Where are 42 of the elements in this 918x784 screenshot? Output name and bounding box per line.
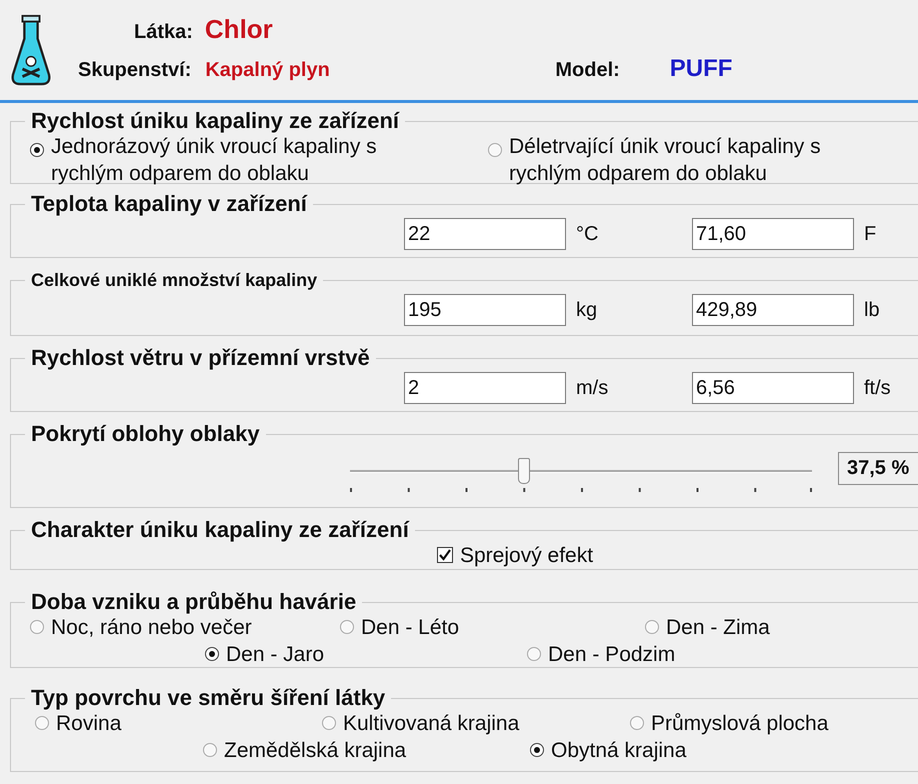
value-field[interactable]: 429,89 [692,294,854,326]
group-title: Teplota kapaliny v zařízení [30,192,308,216]
radio-option[interactable]: Den - Jaro [205,641,527,668]
unit-label: F [863,222,878,246]
unit-label: kg [575,298,598,322]
group-title: Doba vzniku a průběhu havárie [30,590,358,614]
checkbox-option[interactable]: Sprejový efekt [437,542,594,569]
value-field[interactable]: 22 [404,218,566,250]
radio-option[interactable]: Den - Zima [645,614,770,641]
unit-label: ft/s [863,376,892,400]
radio-option[interactable]: Kultivovaná krajina [322,710,630,737]
radio-option[interactable]: Den - Podzim [527,641,676,668]
radio-option[interactable]: Zemědělská krajina [203,737,530,764]
state-value: Kapalný plyn [205,59,331,82]
value-field[interactable]: 71,60 [692,218,854,250]
substance-value: Chlor [204,14,273,45]
model-label: Model: [555,59,620,82]
unit-label: m/s [575,376,610,400]
radio-option[interactable]: Den - Léto [340,614,645,641]
group-title: Rychlost větru v přízemní vrstvě [30,346,371,370]
unit-label: lb [863,298,881,322]
group-title: Pokrytí oblohy oblaky [30,422,261,446]
value-field[interactable]: 195 [404,294,566,326]
unit-label: °C [575,222,600,246]
state-label: Skupenství: [78,59,192,82]
slider-value: 37,5 % [838,452,918,485]
radio-option[interactable]: Noc, ráno nebo večer [30,614,340,641]
group-title: Celkové uniklé množství kapaliny [30,269,318,292]
radio-option[interactable]: Rovina [35,710,322,737]
group-title: Rychlost úniku kapaliny ze zařízení [30,109,400,133]
radio-option[interactable]: Jednorázový únik vroucí kapaliny s rychlým odparem do oblaku [30,133,488,187]
value-field[interactable]: 2 [404,372,566,404]
slider-thumb[interactable] [518,458,530,484]
radio-option[interactable]: Déletrvající únik vroucí kapaliny s rychlým odparem do oblaku [488,133,889,187]
radio-option[interactable]: Obytná krajina [530,737,686,764]
substance-label: Látka: [134,21,193,44]
value-field[interactable]: 6,56 [692,372,854,404]
radio-option[interactable]: Průmyslová plocha [630,710,828,737]
group-title: Charakter úniku kapaliny ze zařízení [30,518,410,542]
model-value: PUFF [670,55,732,83]
group-title: Typ povrchu ve směru šíření látky [30,686,386,710]
flask-icon [10,14,52,86]
